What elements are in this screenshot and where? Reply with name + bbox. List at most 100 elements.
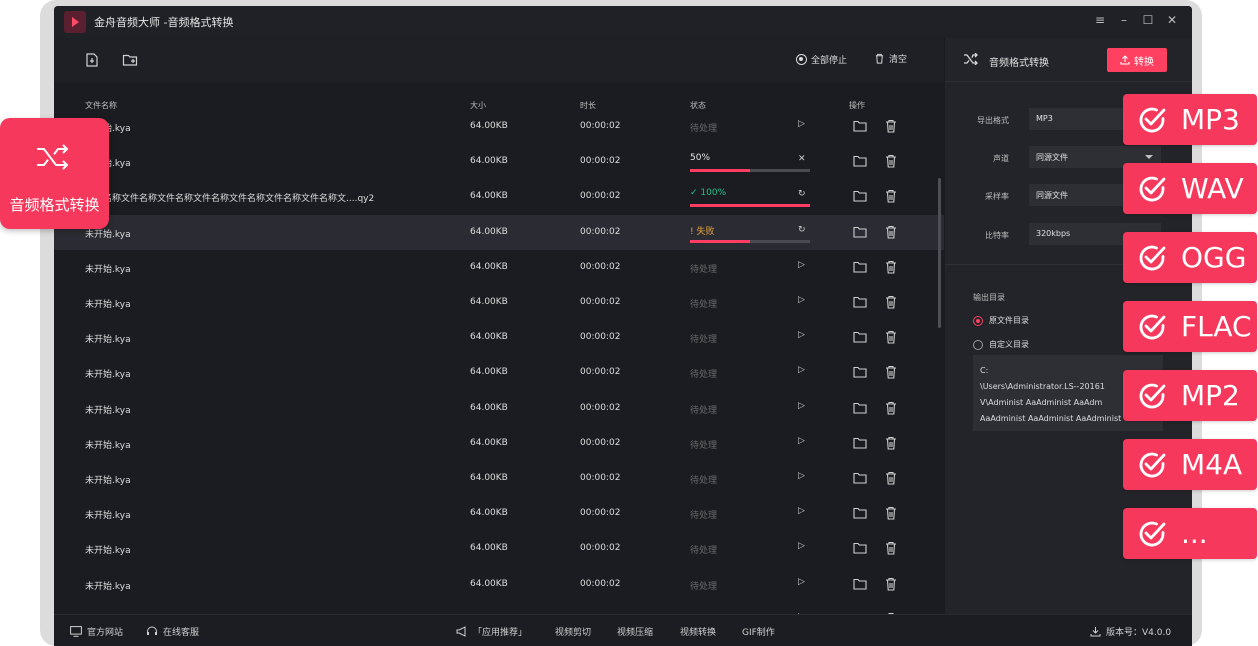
retry-icon[interactable]: ↻ (798, 225, 808, 239)
play-icon[interactable]: ▷ (798, 541, 808, 555)
website-link[interactable]: 官方网站 (70, 625, 123, 638)
field-label-channel: 声道 (993, 154, 1009, 163)
trash-icon[interactable] (885, 577, 897, 591)
trash-icon[interactable] (885, 471, 897, 485)
add-folder-icon[interactable] (122, 52, 138, 68)
table-row[interactable]: 未开始.kya64.00KB00:00:02待处理▷ (54, 355, 944, 390)
folder-icon[interactable] (853, 578, 867, 590)
trash-icon[interactable] (885, 120, 897, 133)
footer-link-gif[interactable]: GIF制作 (742, 625, 775, 638)
check-circle-icon (1139, 107, 1166, 132)
trash-icon[interactable] (885, 225, 897, 239)
footer-link-video-compress[interactable]: 视频压缩 (617, 625, 653, 638)
footer-link-video-cut[interactable]: 视频剪切 (555, 625, 591, 638)
progress-fill (690, 239, 750, 243)
file-name: 未开始.kya (85, 476, 131, 486)
play-icon[interactable]: ▷ (798, 330, 808, 344)
radio-source-dir[interactable]: 原文件目录 (973, 315, 1029, 326)
trash-icon[interactable] (885, 401, 897, 415)
file-status: 待处理 (690, 405, 718, 416)
trash-icon[interactable] (885, 295, 897, 309)
table-row[interactable]: 文件名称文件名称文件名称文件名称文件名称文件名称文件名称文....qy2 64.0… (54, 179, 944, 214)
folder-icon[interactable] (853, 507, 867, 519)
chevron-down-icon (1145, 155, 1153, 159)
service-label: 在线客服 (163, 628, 200, 638)
folder-icon[interactable] (853, 402, 867, 414)
shuffle-icon (37, 144, 69, 170)
table-row[interactable]: 未开始.kya64.00KB00:00:02待处理▷ (54, 250, 944, 285)
play-icon[interactable]: ▷ (798, 120, 808, 133)
table-row[interactable]: 未开始.kya 64.00KB 00:00:02! 失败 ↻ (54, 214, 944, 250)
folder-icon[interactable] (853, 366, 867, 378)
minimize-icon[interactable]: – (1118, 13, 1130, 27)
trash-icon[interactable] (885, 365, 897, 379)
play-icon[interactable]: ▷ (798, 365, 808, 379)
feature-badge: 音频格式转换 (0, 118, 109, 229)
play-icon[interactable]: ▷ (798, 506, 808, 520)
version-label: 版本号：V4.0.0 (1106, 628, 1172, 638)
format-badge: ... (1123, 508, 1257, 559)
table-row[interactable]: 未开始.kya64.00KB00:00:0250%✕ (54, 144, 944, 179)
play-icon[interactable]: ▷ (798, 260, 808, 274)
file-duration: 00:00:02 (580, 332, 621, 343)
trash-icon[interactable] (885, 260, 897, 274)
clear-button[interactable]: 清空 (874, 52, 907, 65)
retry-icon[interactable]: ↻ (798, 189, 808, 203)
file-status: ✓ 100% (690, 188, 727, 199)
table-row[interactable]: 未开始.kya64.00KB00:00:02待处理▷ (54, 426, 944, 461)
play-icon[interactable]: ▷ (798, 577, 808, 591)
table-row[interactable]: 未开始.kya64.00KB00:00:02待处理▷ (54, 461, 944, 496)
cancel-icon[interactable]: ✕ (798, 154, 808, 168)
trash-icon[interactable] (885, 330, 897, 344)
menu-icon[interactable]: ≡ (1094, 13, 1106, 27)
footer-link-video-convert[interactable]: 视频转换 (680, 625, 716, 638)
play-icon[interactable]: ▷ (798, 295, 808, 309)
table-row[interactable]: 未开始.kya64.00KB00:00:02待处理▷ (54, 602, 944, 614)
table-row[interactable]: 未开始.kya64.00KB00:00:02待处理▷ (54, 496, 944, 531)
stop-all-button[interactable]: 全部停止 (796, 53, 847, 66)
play-icon[interactable]: ▷ (798, 436, 808, 450)
trash-icon[interactable] (885, 189, 897, 203)
file-size: 64.00KB (470, 543, 508, 554)
play-icon[interactable]: ▷ (798, 401, 808, 415)
radio-custom-dir[interactable]: 自定义目录 (973, 339, 1029, 350)
table-row[interactable]: 未开始.kya64.00KB00:00:02待处理▷ (54, 285, 944, 320)
table-row[interactable]: 未开始.kya64.00KB00:00:02待处理▷ (54, 391, 944, 426)
folder-icon[interactable] (853, 226, 867, 238)
trash-icon[interactable] (885, 506, 897, 520)
trash-icon[interactable] (885, 154, 897, 168)
trash-icon[interactable] (885, 436, 897, 450)
recommend-link[interactable]: 「应用推荐」 (456, 625, 527, 638)
file-name: 未开始.kya (85, 300, 131, 310)
add-file-icon[interactable] (84, 52, 100, 68)
table-row[interactable]: 未开始.kya64.00KB00:00:02待处理▷ (54, 531, 944, 566)
folder-icon[interactable] (853, 261, 867, 273)
file-duration: 00:00:02 (580, 261, 621, 272)
table-row[interactable]: 未开始.kya64.00KB00:00:02待处理▷ (54, 567, 944, 602)
play-icon[interactable]: ▷ (798, 471, 808, 485)
folder-icon[interactable] (853, 190, 867, 202)
close-icon[interactable]: ✕ (1166, 13, 1178, 27)
convert-button[interactable]: 转换 (1107, 48, 1167, 72)
file-size: 64.00KB (470, 437, 508, 448)
service-link[interactable]: 在线客服 (146, 625, 199, 638)
table-row[interactable]: 未开始.kya64.00KB00:00:02待处理▷ (54, 120, 944, 144)
format-badge: FLAC (1123, 301, 1257, 352)
field-label-samplerate: 采样率 (985, 192, 1009, 201)
maximize-icon[interactable]: ☐ (1142, 13, 1154, 27)
table-row[interactable]: 未开始.kya64.00KB00:00:02待处理▷ (54, 320, 944, 355)
progress-fill (690, 204, 810, 208)
folder-icon[interactable] (853, 542, 867, 554)
radio-checked-icon (973, 315, 983, 326)
folder-icon[interactable] (853, 472, 867, 484)
file-status: 待处理 (690, 440, 718, 451)
folder-icon[interactable] (853, 331, 867, 343)
file-size: 64.00KB (470, 226, 508, 237)
scrollbar[interactable] (938, 178, 941, 328)
folder-icon[interactable] (853, 437, 867, 449)
folder-icon[interactable] (853, 296, 867, 308)
check-circle-icon (1139, 245, 1166, 270)
trash-icon[interactable] (885, 541, 897, 555)
folder-icon[interactable] (853, 155, 867, 167)
folder-icon[interactable] (853, 120, 867, 132)
